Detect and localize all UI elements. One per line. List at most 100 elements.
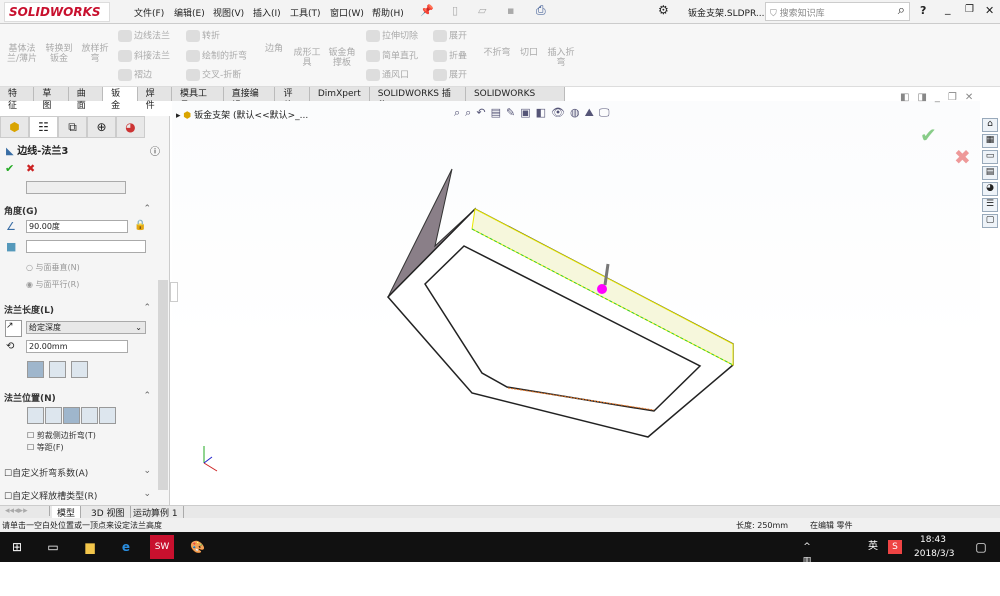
- search-icon[interactable]: ⌕: [898, 3, 905, 18]
- simple-hole-button[interactable]: 简单直孔: [366, 50, 418, 62]
- outer-virtual-sharp-button[interactable]: [27, 361, 44, 378]
- drag-handle[interactable]: [597, 284, 607, 294]
- display-manager-tab[interactable]: ◕: [116, 116, 145, 138]
- custom-properties-icon[interactable]: ☰: [982, 198, 998, 212]
- length-input[interactable]: 20.00mm: [26, 340, 128, 353]
- parallel-radio[interactable]: ◉ 与面平行(R): [26, 279, 79, 290]
- bend-outside-button[interactable]: [63, 407, 80, 424]
- offset-checkbox[interactable]: ☐ 等距(F): [27, 442, 64, 453]
- tab-9[interactable]: SOLIDWORKS 插件: [370, 87, 466, 111]
- home-icon[interactable]: ⌂: [982, 118, 998, 132]
- convert-sheetmetal-button[interactable]: 转换到钣金: [44, 44, 74, 64]
- tab-10[interactable]: SOLIDWORKS MBD: [466, 87, 565, 111]
- configuration-manager-tab[interactable]: ⧉: [58, 116, 87, 138]
- collapse-length-icon[interactable]: ⌃: [143, 303, 151, 313]
- expand-icon[interactable]: ⌄: [143, 466, 151, 476]
- tab-4[interactable]: 焊件: [138, 87, 172, 111]
- view-palette-icon[interactable]: ▤: [982, 166, 998, 180]
- menu-help[interactable]: 帮助(H): [372, 6, 404, 19]
- start-icon[interactable]: ⊞: [10, 540, 24, 554]
- extruded-cut-button[interactable]: 拉伸切除: [366, 30, 418, 42]
- jog-button[interactable]: 转折: [186, 30, 220, 42]
- collapse-angle-icon[interactable]: ⌃: [143, 204, 151, 214]
- close-icon[interactable]: ✕: [985, 4, 994, 17]
- menu-insert[interactable]: 插入(I): [253, 6, 281, 19]
- reverse-direction-button[interactable]: ↗: [5, 320, 22, 337]
- inner-virtual-sharp-button[interactable]: [49, 361, 66, 378]
- menu-view[interactable]: 视图(V): [213, 6, 244, 19]
- minimize-icon[interactable]: _: [945, 2, 951, 15]
- length-type-select[interactable]: 给定深度 ⌄: [26, 321, 146, 334]
- fold-button[interactable]: 折叠: [433, 50, 467, 62]
- material-inside-button[interactable]: [27, 407, 44, 424]
- feature-manager-tab[interactable]: ⬢: [0, 116, 29, 138]
- expand-icon[interactable]: ⌄: [143, 489, 151, 499]
- tab-5[interactable]: 模具工具: [172, 87, 224, 111]
- forming-tool-button[interactable]: 成形工具: [290, 48, 324, 68]
- cross-break-button[interactable]: 交叉-折断: [186, 69, 241, 81]
- notification-icon[interactable]: ▢: [974, 540, 988, 554]
- save-icon[interactable]: ▪: [507, 4, 514, 17]
- dimxpert-manager-tab[interactable]: ⊕: [87, 116, 116, 138]
- tab-1[interactable]: 草图: [34, 87, 69, 111]
- sketched-bend-button[interactable]: 绘制的折弯: [186, 50, 247, 62]
- menu-window[interactable]: 窗口(W): [330, 6, 364, 19]
- tab-2[interactable]: 曲面: [69, 87, 104, 111]
- gusset-button[interactable]: 钣金角撑板: [326, 48, 358, 68]
- tangent-bend-button[interactable]: [71, 361, 88, 378]
- panel-splitter[interactable]: [170, 282, 178, 302]
- tab-0[interactable]: 特征: [0, 87, 35, 111]
- sogou-icon[interactable]: S: [888, 540, 902, 554]
- appearances-icon[interactable]: ◕: [982, 182, 998, 196]
- miter-flange-button[interactable]: 斜接法兰: [118, 50, 170, 62]
- menu-edit[interactable]: 编辑(E): [174, 6, 205, 19]
- forum-icon[interactable]: ▢: [982, 214, 998, 228]
- print-icon[interactable]: ⎙: [536, 3, 546, 18]
- no-bends-button[interactable]: 不折弯: [480, 48, 514, 58]
- edge-flange-button[interactable]: 边线法兰: [118, 30, 170, 42]
- edge-browser-icon[interactable]: e: [119, 540, 133, 554]
- unfold-button[interactable]: 展开: [433, 30, 467, 42]
- tab-6[interactable]: 直接编辑: [224, 87, 276, 111]
- custom-bend-allowance-checkbox[interactable]: ☐自定义折弯系数(A): [4, 466, 88, 479]
- design-library-icon[interactable]: ▦: [982, 134, 998, 148]
- graphics-area[interactable]: ▸ ⬢ 钣金支架 (默认<<默认>_... ⌕⌕↶▤✎▣◧👁◍⛰🖵 ◧◨_❐✕ …: [172, 92, 980, 505]
- panel-scrollbar[interactable]: [158, 280, 168, 490]
- tab-8[interactable]: DimXpert: [310, 87, 370, 101]
- menu-tools[interactable]: 工具(T): [290, 6, 321, 19]
- base-flange-button[interactable]: 基体法兰/薄片: [6, 44, 38, 64]
- file-explorer-icon[interactable]: ▭: [982, 150, 998, 164]
- search-input[interactable]: ⛉ 搜索知识库 ⌕: [765, 2, 910, 21]
- file-explorer-icon[interactable]: ▆: [83, 540, 97, 554]
- angle-input[interactable]: 90.00度: [26, 220, 128, 233]
- open-icon[interactable]: ▱: [478, 4, 486, 17]
- ime-indicator[interactable]: 英: [866, 540, 880, 554]
- tab-scroll-arrows[interactable]: ◂◂◂▸▸: [0, 506, 50, 516]
- ok-button[interactable]: ✔: [5, 162, 14, 175]
- custom-relief-type-checkbox[interactable]: ☐自定义释放槽类型(R): [4, 489, 97, 502]
- cancel-button[interactable]: ✖: [26, 162, 35, 175]
- lofted-bend-button[interactable]: 放样折弯: [80, 44, 110, 64]
- gear-icon[interactable]: ⚙: [658, 3, 669, 17]
- help-icon[interactable]: ?: [920, 4, 926, 17]
- vent-button[interactable]: 通风口: [366, 69, 409, 81]
- insert-bends-button[interactable]: 插入折弯: [544, 48, 578, 68]
- bend-from-virtual-sharp-button[interactable]: [81, 407, 98, 424]
- tray-icons[interactable]: ^ ▥ ◢ ♪: [800, 540, 814, 594]
- solidworks-logo[interactable]: SOLIDWORKS: [4, 2, 110, 22]
- corner-button[interactable]: 边角: [262, 44, 286, 54]
- material-outside-button[interactable]: [45, 407, 62, 424]
- collapse-position-icon[interactable]: ⌃: [143, 391, 151, 401]
- perpendicular-radio[interactable]: ○ 与面垂直(N): [26, 262, 80, 273]
- pin-icon[interactable]: 📌: [420, 4, 434, 17]
- paint-icon[interactable]: 🎨: [190, 540, 205, 554]
- tab-3[interactable]: 钣金: [103, 87, 138, 111]
- clock-date[interactable]: 2018/3/3: [914, 549, 954, 559]
- sheet-metal-model[interactable]: [172, 101, 980, 505]
- rip-button[interactable]: 切口: [518, 48, 540, 58]
- trim-side-bends-checkbox[interactable]: ☐ 剪裁侧边折弯(T): [27, 430, 96, 441]
- face-selection-field[interactable]: [26, 240, 146, 253]
- solidworks-taskbar-icon[interactable]: SW: [150, 535, 174, 559]
- property-manager-tab[interactable]: ☷: [29, 116, 58, 138]
- new-file-icon[interactable]: ▯: [452, 4, 458, 17]
